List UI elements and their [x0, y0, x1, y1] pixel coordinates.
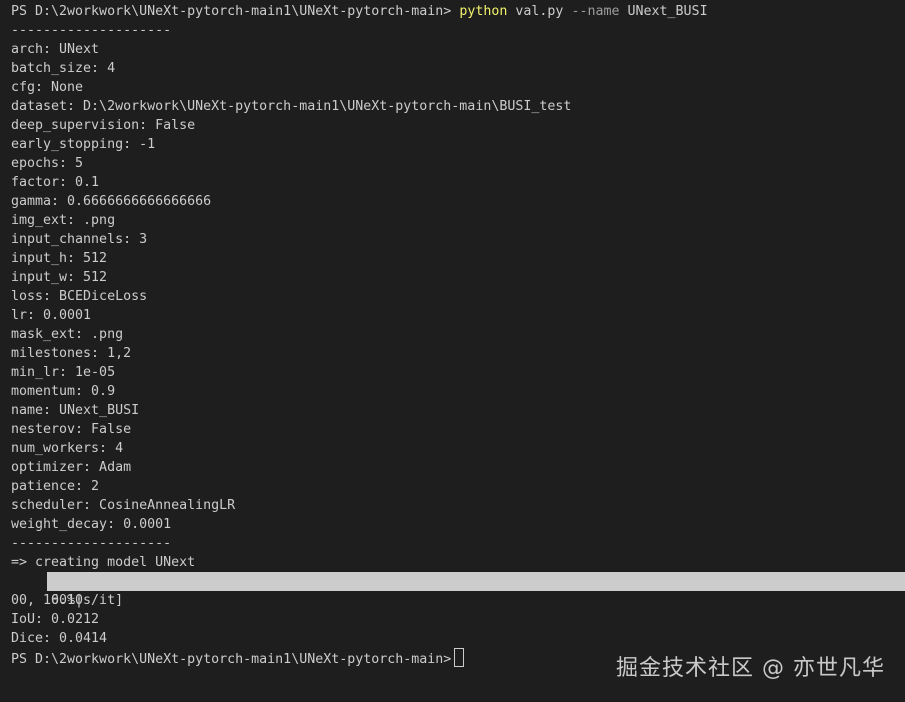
progress-line: 100%|: [0, 572, 905, 608]
command-line: PS D:\2workwork\UNeXt-pytorch-main1\UNeX…: [11, 2, 905, 21]
config-line: arch: UNext: [11, 42, 100, 57]
config-line: gamma: 0.6666666666666666: [11, 194, 212, 209]
config-line: name: UNext_BUSI: [11, 403, 140, 418]
config-line: input_channels: 3: [11, 232, 148, 247]
config-line: lr: 0.0001: [11, 308, 92, 323]
config-line: nesterov: False: [11, 422, 132, 437]
iou-result: IoU: 0.0212: [11, 612, 100, 627]
prompt-text: PS D:\2workwork\UNeXt-pytorch-main1\UNeX…: [11, 4, 452, 19]
config-line: min_lr: 1e-05: [11, 365, 116, 380]
dice-result: Dice: 0.0414: [11, 631, 108, 646]
text-cursor: [454, 648, 465, 667]
config-line: num_workers: 4: [11, 441, 124, 456]
command-script: val.py: [515, 4, 564, 19]
terminal-output[interactable]: PS D:\2workwork\UNeXt-pytorch-main1\UNeX…: [11, 2, 905, 667]
progress-percent-text: 100%|: [43, 593, 84, 608]
config-line: loss: BCEDiceLoss: [11, 289, 148, 304]
config-line: momentum: 0.9: [11, 384, 116, 399]
watermark: 掘金技术社区 @ 亦世凡华: [616, 656, 885, 681]
config-line: milestones: 1,2: [11, 346, 132, 361]
config-line: dataset: D:\2workwork\UNeXt-pytorch-main…: [11, 99, 572, 114]
progress-tail-line: 00, 6.10s/it]: [11, 593, 124, 608]
progress-bar: [47, 572, 905, 591]
command-flag: --name: [571, 4, 620, 19]
prompt-text: PS D:\2workwork\UNeXt-pytorch-main1\UNeX…: [11, 652, 452, 667]
command-value: UNext_BUSI: [627, 4, 708, 19]
config-line: epochs: 5: [11, 156, 84, 171]
separator-bottom: --------------------: [11, 536, 172, 551]
config-line: batch_size: 4: [11, 61, 116, 76]
separator-top: --------------------: [11, 23, 172, 38]
config-line: factor: 0.1: [11, 175, 100, 190]
config-line: cfg: None: [11, 80, 84, 95]
config-line: scheduler: CosineAnnealingLR: [11, 498, 236, 513]
config-line: mask_ext: .png: [11, 327, 124, 342]
config-line: deep_supervision: False: [11, 118, 196, 133]
config-line: early_stopping: -1: [11, 137, 156, 152]
creating-model-line: => creating model UNext: [11, 555, 196, 570]
config-line: optimizer: Adam: [11, 460, 132, 475]
config-line: input_w: 512: [11, 270, 108, 285]
command-name: python: [459, 4, 508, 19]
config-line: patience: 2: [11, 479, 100, 494]
config-line: img_ext: .png: [11, 213, 116, 228]
config-line: input_h: 512: [11, 251, 108, 266]
config-line: weight_decay: 0.0001: [11, 517, 172, 532]
